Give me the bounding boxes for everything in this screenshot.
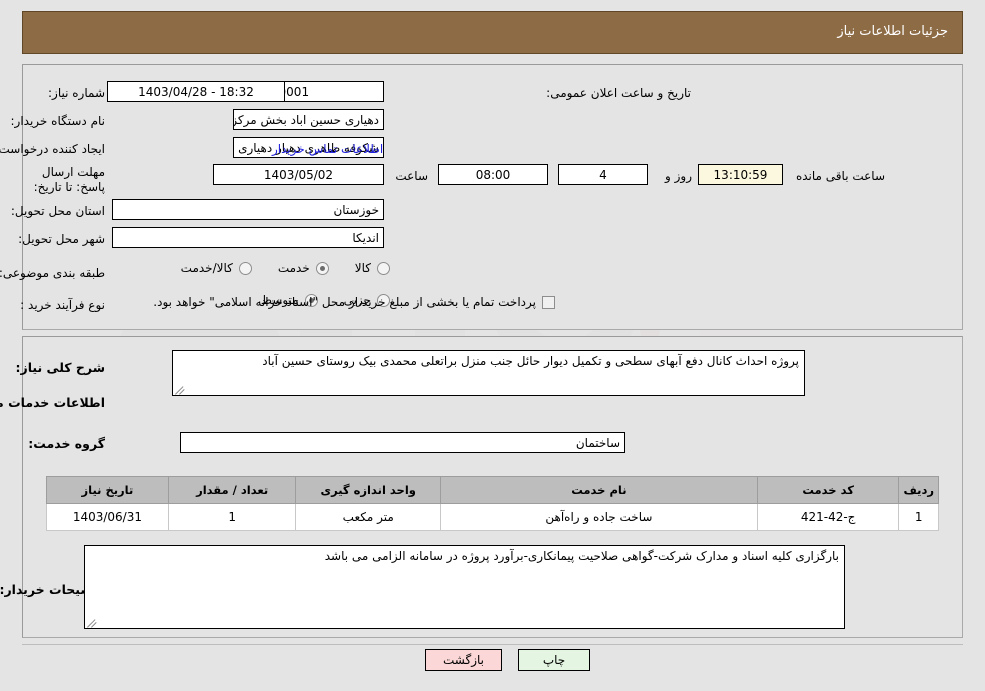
label-days-separator: روز و xyxy=(665,169,692,183)
label-announce-datetime: تاریخ و ساعت اعلان عمومی: xyxy=(546,86,691,100)
page-header-bar: جزئیات اطلاعات نیاز xyxy=(22,11,963,54)
description-textarea[interactable]: پروژه احداث کانال دفع آبهای سطحی و تکمیل… xyxy=(172,350,805,396)
countdown-timer: 13:10:59 xyxy=(698,164,783,185)
category-option-0[interactable]: کالا xyxy=(355,261,390,275)
category-label-2: کالا/خدمت xyxy=(180,261,233,275)
footer-separator xyxy=(22,644,963,645)
treasury-bond-checkbox[interactable] xyxy=(542,295,555,309)
table-row: 1 ج-42-421 ساخت جاده و راه‌آهن متر مکعب … xyxy=(46,503,939,531)
th-quantity: تعداد / مقدار xyxy=(167,476,297,504)
value-buyer-org: دهیاری حسین اباد بخش مرکزی شهرستان اندیک… xyxy=(233,109,384,130)
label-deadline: مهلت ارسال پاسخ: تا تاریخ: xyxy=(33,165,105,194)
th-row-index: ردیف xyxy=(898,476,939,504)
buyer-contact-link[interactable]: اطلاعات تماس خریدار xyxy=(272,142,383,156)
category-label-0: کالا xyxy=(354,261,371,275)
category-radio-1[interactable] xyxy=(315,261,329,275)
cell-service-code: ج-42-421 xyxy=(756,503,900,531)
value-deadline-hour: 08:00 xyxy=(438,164,548,185)
buyer-notes-value: بارگزاری کلیه اسناد و مدارک شرکت-گواهی ص… xyxy=(324,549,839,563)
buyer-notes-textarea[interactable]: بارگزاری کلیه اسناد و مدارک شرکت-گواهی ص… xyxy=(84,545,845,629)
description-value: پروژه احداث کانال دفع آبهای سطحی و تکمیل… xyxy=(262,354,799,368)
label-remaining-suffix: ساعت باقی مانده xyxy=(795,169,885,183)
table-header-row: ردیف کد خدمت نام خدمت واحد اندازه گیری ت… xyxy=(46,476,939,504)
need-summary-panel xyxy=(22,64,963,330)
cell-need-date: 1403/06/31 xyxy=(46,503,169,531)
label-deadline-hour: ساعت xyxy=(395,169,428,183)
th-service-name: نام خدمت xyxy=(440,476,758,504)
treasury-bond-note: پرداخت تمام یا بخشی از مبلغ خرید،از محل … xyxy=(153,295,536,309)
label-description: شرح کلی نیاز: xyxy=(15,360,105,375)
category-option-2[interactable]: کالا/خدمت xyxy=(181,261,252,275)
cell-unit: متر مکعب xyxy=(295,503,441,531)
category-option-1[interactable]: خدمت xyxy=(278,261,329,275)
cell-quantity: 1 xyxy=(167,503,297,531)
print-button[interactable]: چاپ xyxy=(518,649,590,671)
category-radio-group[interactable]: کالا خدمت کالا/خدمت xyxy=(155,261,390,275)
value-province: خوزستان xyxy=(112,199,384,220)
page-root: جزئیات اطلاعات نیاز شماره نیاز: 11030959… xyxy=(0,0,985,691)
th-need-date: تاریخ نیاز xyxy=(46,476,169,504)
services-section-title: اطلاعات خدمات مورد نیاز xyxy=(0,395,105,410)
value-remaining-days: 4 xyxy=(558,164,648,185)
label-service-group: گروه خدمت: xyxy=(28,436,105,451)
label-purchase-type: نوع فرآیند خرید : xyxy=(20,298,105,312)
cell-row-index: 1 xyxy=(898,503,939,531)
resize-grip-icon xyxy=(175,384,185,395)
services-table: ردیف کد خدمت نام خدمت واحد اندازه گیری ت… xyxy=(46,476,939,531)
value-service-group: ساختمان xyxy=(180,432,625,453)
category-radio-2[interactable] xyxy=(238,261,252,275)
value-announce-datetime: 18:32 - 1403/04/28 xyxy=(107,81,285,102)
page-title: جزئیات اطلاعات نیاز xyxy=(837,24,948,39)
label-province: استان محل تحویل: xyxy=(10,204,105,218)
treasury-bond-checkbox-wrap[interactable]: پرداخت تمام یا بخشی از مبلغ خرید،از محل … xyxy=(153,295,555,309)
label-need-number: شماره نیاز: xyxy=(48,86,105,100)
category-radio-0[interactable] xyxy=(377,261,390,275)
label-buyer-org: نام دستگاه خریدار: xyxy=(10,114,106,128)
th-service-code: کد خدمت xyxy=(756,476,900,504)
category-label-1: خدمت xyxy=(277,261,310,275)
label-requester: ایجاد کننده درخواست: xyxy=(0,142,105,156)
label-city: شهر محل تحویل: xyxy=(18,232,105,246)
cell-service-name: ساخت جاده و راه‌آهن xyxy=(440,503,758,531)
resize-grip-icon-notes xyxy=(87,617,97,628)
value-deadline-date: 1403/05/02 xyxy=(213,164,384,185)
th-unit: واحد اندازه گیری xyxy=(295,476,441,504)
value-city: اندیکا xyxy=(112,227,384,248)
label-category: طبقه بندی موضوعی: xyxy=(0,266,105,280)
back-button[interactable]: بازگشت xyxy=(425,649,502,671)
